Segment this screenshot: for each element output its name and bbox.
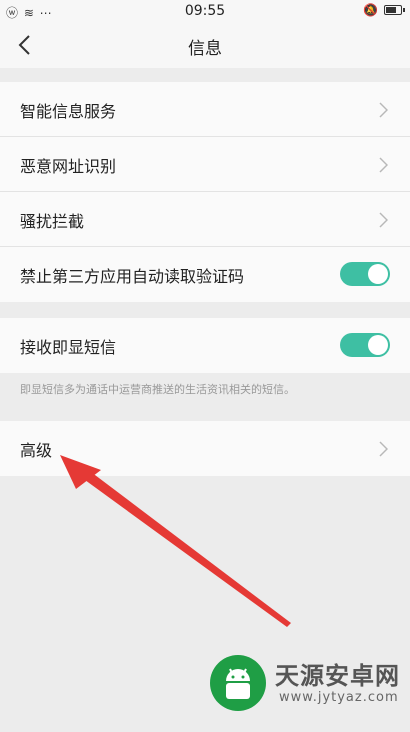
app-header: 信息 — [0, 24, 410, 68]
watermark: 天源安卓网 www.jytyaz.com — [205, 650, 405, 722]
battery-icon — [384, 5, 405, 15]
row-block-code-reading: 禁止第三方应用自动读取验证码 — [0, 247, 410, 302]
status-time: 09:55 — [184, 3, 226, 19]
row-harassment-block[interactable]: 骚扰拦截 — [0, 192, 410, 247]
row-label: 禁止第三方应用自动读取验证码 — [20, 267, 245, 286]
row-label: 接收即显短信 — [20, 338, 117, 357]
settings-group-main: 智能信息服务 恶意网址识别 骚扰拦截 禁止第三方应用自动读取验证码 — [0, 82, 410, 302]
android-logo-icon — [210, 655, 266, 711]
status-right: 🔕 — [363, 3, 405, 17]
status-bar: ⓦ ≋ ⋯ 09:55 🔕 — [0, 0, 410, 24]
row-label: 高级 — [20, 441, 53, 460]
flash-sms-toggle[interactable] — [340, 333, 390, 357]
mute-icon: 🔕 — [363, 3, 378, 17]
row-flash-sms: 接收即显短信 — [0, 318, 410, 373]
chevron-right-icon — [379, 441, 388, 457]
row-label: 恶意网址识别 — [20, 157, 117, 176]
row-smart-info-service[interactable]: 智能信息服务 — [0, 82, 410, 137]
watermark-url: www.jytyaz.com — [279, 690, 399, 705]
settings-group-advanced: 高级 — [0, 421, 410, 476]
chevron-right-icon — [379, 157, 388, 173]
settings-group-flash: 接收即显短信 — [0, 318, 410, 373]
row-label: 智能信息服务 — [20, 102, 117, 121]
watermark-name: 天源安卓网 — [275, 662, 400, 690]
row-advanced[interactable]: 高级 — [0, 421, 410, 476]
flash-sms-note: 即显短信多为通话中运营商推送的生活资讯相关的短信。 — [20, 383, 295, 396]
page-title: 信息 — [188, 39, 222, 59]
row-label: 骚扰拦截 — [20, 212, 85, 231]
chevron-right-icon — [379, 102, 388, 118]
row-malicious-url[interactable]: 恶意网址识别 — [0, 137, 410, 192]
chevron-right-icon — [379, 212, 388, 228]
block-code-reading-toggle[interactable] — [340, 262, 390, 286]
